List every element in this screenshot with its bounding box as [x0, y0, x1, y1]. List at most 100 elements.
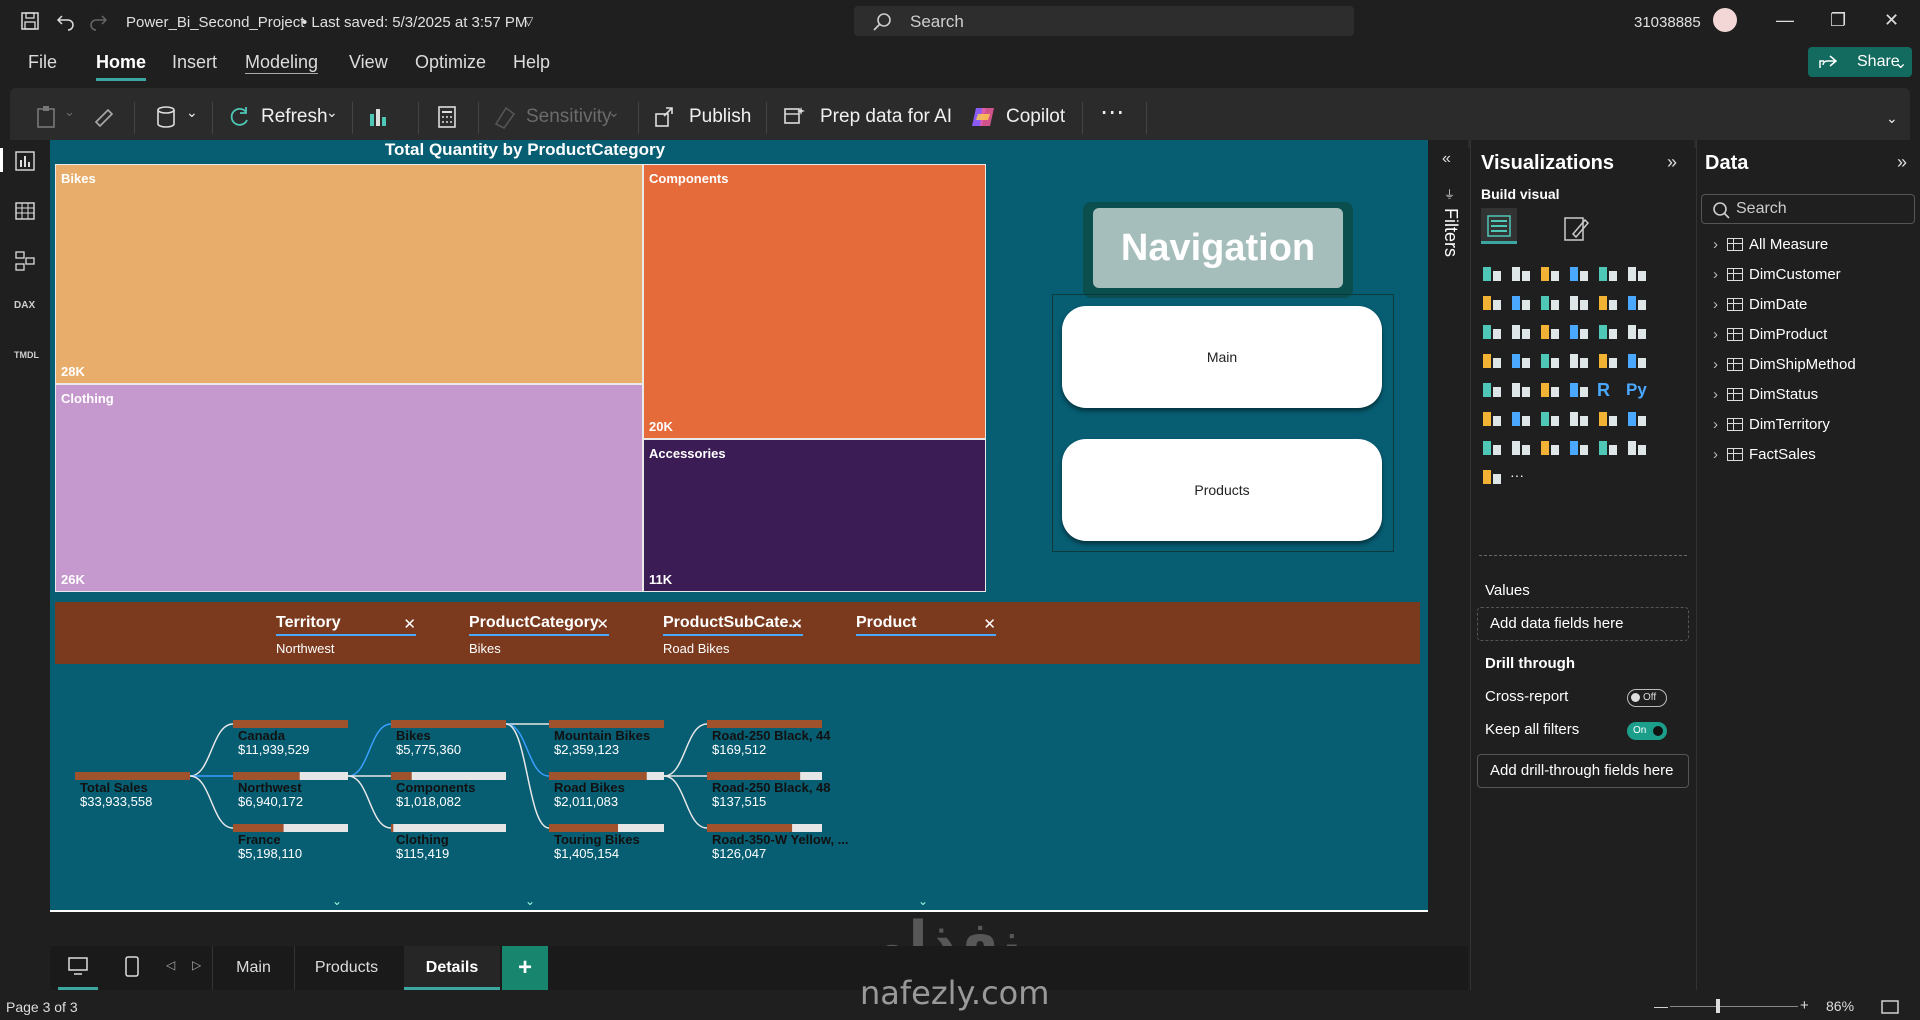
next-page-icon[interactable]: ▷ [192, 958, 201, 972]
close-icon[interactable]: ✕ [1884, 10, 1899, 31]
data-search-input[interactable]: Search [1701, 194, 1915, 224]
dax-query-view-icon[interactable]: DAX [14, 300, 36, 322]
root-node-bar[interactable] [75, 772, 190, 780]
custom-visual-icon[interactable] [1597, 438, 1619, 458]
table-icon[interactable] [1539, 380, 1561, 400]
more-visuals-icon[interactable] [1481, 467, 1503, 487]
clustered-bar-icon[interactable] [1539, 264, 1561, 284]
publish-icon[interactable] [652, 104, 678, 130]
calculator-icon[interactable] [434, 104, 460, 130]
prep-data-icon[interactable] [782, 104, 808, 130]
avatar[interactable] [1713, 8, 1737, 32]
smart-narrative-icon[interactable] [1568, 409, 1590, 429]
prev-page-icon[interactable]: ◁ [166, 958, 175, 972]
zoom-slider-thumb[interactable] [1716, 999, 1720, 1013]
add-page-button[interactable]: + [502, 946, 548, 990]
chevron-right-icon[interactable]: › [1713, 266, 1727, 283]
r-visual-icon[interactable]: R [1597, 380, 1619, 400]
chevron-right-icon[interactable]: › [1713, 416, 1727, 433]
node-bar[interactable] [707, 824, 793, 832]
collapse-filters-icon[interactable]: « [1442, 150, 1451, 168]
tmdl-view-icon[interactable]: TMDL [14, 350, 39, 372]
values-well[interactable]: Add data fields here [1477, 607, 1689, 641]
chevron-down-icon[interactable]: ⌄ [186, 104, 198, 121]
file-title[interactable]: Power_Bi_Second_Project [126, 14, 304, 31]
undo-icon[interactable] [56, 11, 76, 31]
refresh-icon[interactable] [226, 104, 252, 130]
nav-button-products[interactable]: Products [1062, 439, 1382, 541]
chevron-right-icon[interactable]: › [1713, 326, 1727, 343]
menu-insert[interactable]: Insert [172, 52, 217, 73]
chevron-down-icon[interactable]: ⌄ [64, 104, 75, 120]
data-table-item[interactable]: › FactSales [1713, 446, 1816, 463]
cross-report-toggle[interactable]: Off [1627, 689, 1667, 707]
qa-icon[interactable] [1539, 409, 1561, 429]
treemap-tile-accessories[interactable]: Accessories 11K [643, 439, 986, 592]
filled-funnel-icon[interactable] [1539, 322, 1561, 342]
node-bar[interactable] [549, 824, 618, 832]
remove-level-icon[interactable]: ✕ [403, 615, 416, 633]
page-tab-details[interactable]: Details [404, 946, 500, 990]
treemap-tile-bikes[interactable]: Bikes 28K [55, 164, 643, 384]
python-visual-icon[interactable]: Py [1626, 380, 1648, 400]
minimize-icon[interactable]: — [1776, 10, 1794, 31]
format-visual-icon[interactable] [1559, 212, 1591, 244]
refresh-button[interactable]: Refresh [261, 106, 328, 128]
power-automate-icon[interactable] [1510, 438, 1532, 458]
build-visual-tab[interactable] [1481, 208, 1517, 244]
page-tab-products[interactable]: Products [294, 946, 398, 990]
data-table-item[interactable]: › DimDate [1713, 296, 1807, 313]
drill-through-well[interactable]: Add drill-through fields here [1477, 754, 1689, 788]
decomposition-tree[interactable] [50, 664, 1050, 910]
more-options-icon[interactable]: ⋯ [1100, 98, 1124, 127]
treemap-tile-components[interactable]: Components 20K [643, 164, 986, 439]
remove-level-icon[interactable]: ✕ [596, 615, 609, 633]
power-automate-2-icon[interactable] [1626, 438, 1648, 458]
chevron-right-icon[interactable]: › [1713, 356, 1727, 373]
level-productcategory[interactable]: ProductCategory Bikes ✕ [469, 614, 609, 656]
get-data-icon[interactable] [154, 104, 180, 130]
expand-icon[interactable]: ⌄ [332, 894, 342, 908]
save-icon[interactable] [20, 11, 40, 31]
decomposition-tree-icon[interactable] [1510, 409, 1532, 429]
gauge-icon[interactable] [1597, 351, 1619, 371]
node-track[interactable] [391, 824, 506, 832]
publish-button[interactable]: Publish [689, 106, 751, 128]
node-bar[interactable] [233, 772, 300, 780]
donut-icon[interactable] [1626, 322, 1648, 342]
redo-icon[interactable] [88, 11, 108, 31]
menu-modeling[interactable]: Modeling [245, 52, 319, 74]
card-icon[interactable] [1626, 351, 1648, 371]
expand-icon[interactable]: ⌄ [918, 894, 928, 908]
area-icon[interactable] [1510, 293, 1532, 313]
node-bar[interactable] [707, 720, 822, 728]
expand-pane-icon[interactable]: » [1667, 152, 1677, 173]
azure-map-icon[interactable] [1568, 351, 1590, 371]
mobile-layout-icon[interactable] [124, 956, 140, 978]
data-table-item[interactable]: › DimCustomer [1713, 266, 1841, 283]
remove-level-icon[interactable]: ✕ [790, 615, 803, 633]
node-bar[interactable] [233, 720, 348, 728]
zoom-slider[interactable] [1670, 1006, 1798, 1007]
nav-button-main[interactable]: Main [1062, 306, 1382, 408]
menu-home[interactable]: Home [96, 52, 147, 81]
image-icon[interactable] [1568, 438, 1590, 458]
zoom-in-icon[interactable]: + [1800, 997, 1809, 1014]
node-bar[interactable] [549, 772, 647, 780]
model-view-icon[interactable] [14, 250, 36, 272]
format-painter-icon[interactable] [92, 104, 118, 130]
line-icon[interactable] [1481, 293, 1503, 313]
ribbon-icon[interactable] [1568, 293, 1590, 313]
stacked-area-icon[interactable] [1539, 293, 1561, 313]
node-bar[interactable] [707, 772, 801, 780]
chevron-right-icon[interactable]: › [1713, 446, 1727, 463]
map-icon[interactable] [1510, 351, 1532, 371]
line-stacked-column-icon[interactable] [1481, 322, 1503, 342]
level-territory[interactable]: Territory Northwest ✕ [276, 614, 416, 656]
chevron-down-icon[interactable]: ▽ [524, 14, 533, 28]
data-table-item[interactable]: › DimProduct [1713, 326, 1827, 343]
slicer-icon[interactable] [1510, 380, 1532, 400]
treemap-icon[interactable] [1481, 351, 1503, 371]
node-bar[interactable] [391, 720, 506, 728]
remove-level-icon[interactable]: ✕ [983, 615, 996, 633]
